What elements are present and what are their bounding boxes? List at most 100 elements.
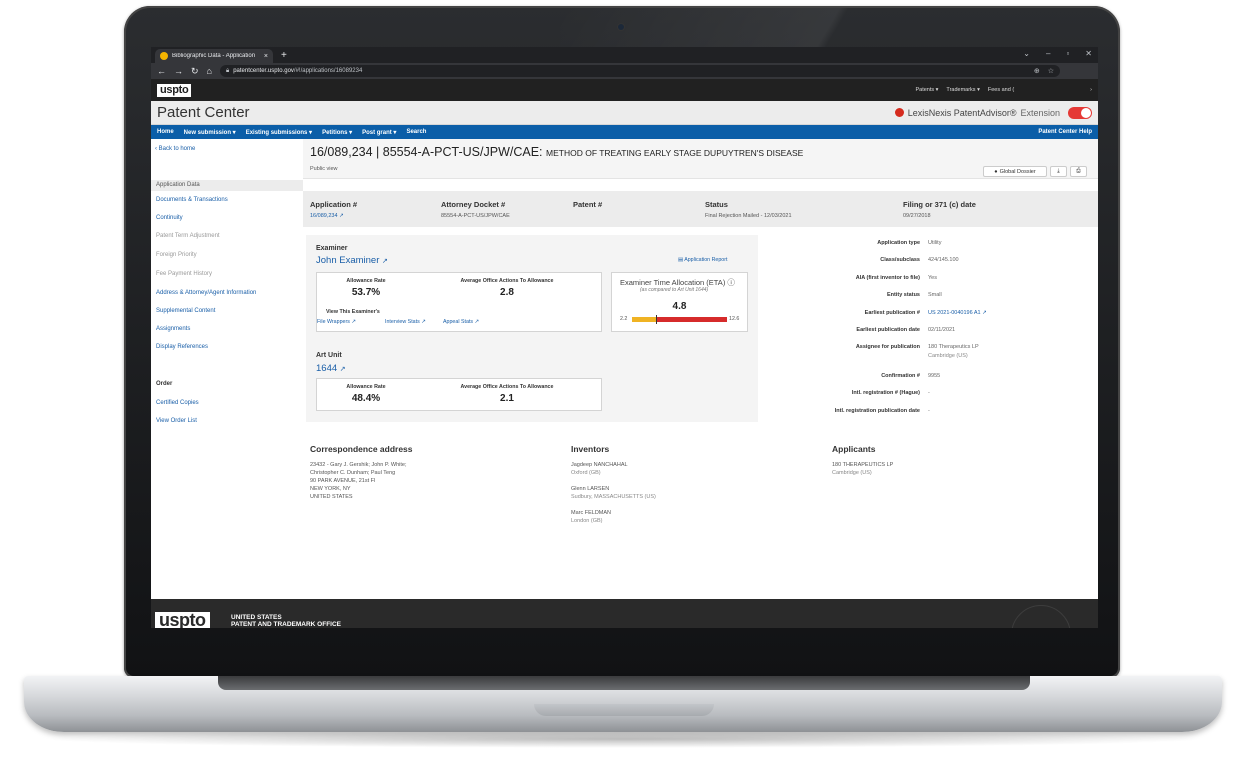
nav-search[interactable]: Search bbox=[406, 129, 426, 135]
external-link-icon: ↗ bbox=[351, 319, 356, 325]
sidebar-item-pta: Patent Term Adjustment bbox=[156, 233, 220, 239]
lock-icon: 🔒︎ bbox=[225, 67, 230, 74]
sidebar-item-references[interactable]: Display References bbox=[156, 344, 208, 350]
url-host: patentcenter.uspto.gov bbox=[233, 68, 294, 74]
minimize-icon[interactable]: – bbox=[1046, 49, 1050, 58]
external-link-icon: ↗ bbox=[339, 366, 346, 373]
home-icon[interactable]: ⌂ bbox=[207, 66, 212, 76]
examiner-allowance-rate: 53.7% bbox=[351, 287, 381, 298]
download-icon: ⤓ bbox=[1057, 168, 1060, 174]
browser-tab[interactable]: Bibliographic Data - Application × bbox=[155, 49, 273, 63]
chevron-down-icon[interactable]: ⌄ bbox=[1023, 49, 1030, 58]
favicon-icon bbox=[160, 52, 168, 60]
patent-center-bar: Patent Center LexisNexis PatentAdvisor® … bbox=[151, 101, 1098, 125]
maximize-icon[interactable]: ▫ bbox=[1066, 49, 1069, 58]
eta-high-segment bbox=[656, 317, 727, 322]
chevron-right-icon[interactable]: › bbox=[1090, 87, 1092, 93]
sidebar-item-fee-history: Fee Payment History bbox=[156, 271, 213, 277]
sidebar-item-documents[interactable]: Documents & Transactions bbox=[156, 197, 228, 203]
sidebar-item-address[interactable]: Address & Attorney/Agent Information bbox=[156, 290, 256, 296]
uspto-header: uspto Patents ▾ Trademarks ▾ Fees and ( … bbox=[151, 79, 1098, 101]
examiner-stats-box: Allowance Rate 53.7% Average Office Acti… bbox=[316, 272, 602, 332]
examiner-section-title: Examiner bbox=[316, 245, 348, 252]
sidebar-item-supplemental[interactable]: Supplemental Content bbox=[156, 308, 215, 314]
global-dossier-button[interactable]: ● Global Dossier bbox=[983, 166, 1047, 177]
footer-logo: uspto bbox=[155, 611, 210, 628]
print-button[interactable]: ⎙ bbox=[1070, 166, 1087, 177]
inventor-location: Sudbury, MASSACHUSETTS (US) bbox=[571, 494, 656, 500]
eta-min: 2.2 bbox=[620, 316, 628, 322]
art-unit-link[interactable]: 1644 ↗ bbox=[316, 363, 346, 374]
applicant-location: Cambridge (US) bbox=[832, 470, 872, 476]
sidebar-item-order-list[interactable]: View Order List bbox=[156, 418, 197, 424]
interview-stats-link[interactable]: Interview Stats ↗ bbox=[385, 319, 426, 325]
browser-tab-bar: Bibliographic Data - Application × + ⌄ –… bbox=[151, 47, 1098, 63]
correspondence-line: Christopher C. Dunham; Paul Teng bbox=[310, 470, 396, 476]
nav-existing-submissions[interactable]: Existing submissions ▾ bbox=[246, 129, 312, 136]
top-nav-trademarks[interactable]: Trademarks ▾ bbox=[946, 87, 979, 93]
share-icon[interactable]: ⊕ bbox=[1034, 67, 1040, 75]
site-footer: uspto UNITED STATES PATENT AND TRADEMARK… bbox=[151, 599, 1098, 628]
top-nav-fees[interactable]: Fees and ( bbox=[988, 87, 1014, 93]
eta-low-segment bbox=[632, 317, 656, 322]
title-main: 16/089,234 | 85554-A-PCT-US/JPW/CAE: bbox=[310, 145, 543, 159]
omnibox-actions: ⊕ ☆ bbox=[1034, 67, 1054, 75]
application-title-bar: 16/089,234 | 85554-A-PCT-US/JPW/CAE: MET… bbox=[303, 139, 1098, 179]
eta-box: Examiner Time Allocation (ETA) ⓘ (as com… bbox=[611, 272, 748, 332]
tab-close-icon[interactable]: × bbox=[264, 53, 268, 60]
sidebar-order-title: Order bbox=[156, 381, 173, 387]
application-report-link[interactable]: ▤ Application Report bbox=[678, 257, 728, 263]
examiner-name-link[interactable]: John Examiner ↗ bbox=[316, 255, 388, 266]
nav-home[interactable]: Home bbox=[157, 129, 174, 135]
external-link-icon: ↗ bbox=[382, 258, 388, 265]
back-to-home-link[interactable]: ‹ Back to home bbox=[155, 146, 195, 152]
nav-petitions[interactable]: Petitions ▾ bbox=[322, 129, 352, 136]
reload-icon[interactable]: ↻ bbox=[191, 66, 199, 77]
sidebar-item-assignments[interactable]: Assignments bbox=[156, 326, 190, 332]
summary-patent: Patent # bbox=[573, 200, 603, 209]
sidebar-section-title: Application Data bbox=[151, 180, 303, 191]
top-nav-patents[interactable]: Patents ▾ bbox=[915, 87, 938, 93]
examiner-panel: Examiner John Examiner ↗ ▤ Application R… bbox=[306, 235, 758, 422]
appeal-stats-link[interactable]: Appeal Stats ↗ bbox=[443, 319, 479, 325]
inventor-name: Jagdeep NANCHAHAL bbox=[571, 462, 628, 468]
star-icon[interactable]: ☆ bbox=[1048, 67, 1054, 75]
nav-post-grant[interactable]: Post grant ▾ bbox=[362, 129, 396, 136]
forward-arrow-icon[interactable]: → bbox=[174, 66, 183, 76]
correspondence-line: 90 PARK AVENUE, 21st Fl bbox=[310, 478, 376, 484]
lexisnexis-extension: LexisNexis PatentAdvisor® Extension bbox=[894, 106, 1092, 119]
art-unit-stats-box: Allowance Rate 48.4% Average Office Acti… bbox=[316, 378, 602, 411]
close-icon[interactable]: ✕ bbox=[1085, 49, 1092, 58]
correspondence-line: NEW YORK, NY bbox=[310, 486, 351, 492]
sidebar-item-certified-copies[interactable]: Certified Copies bbox=[156, 400, 199, 406]
print-icon: ⎙ bbox=[1076, 168, 1081, 174]
download-button[interactable]: ⤓ bbox=[1050, 166, 1067, 177]
eta-marker bbox=[656, 315, 657, 324]
file-wrappers-link[interactable]: File Wrappers ↗ bbox=[317, 319, 356, 325]
back-arrow-icon[interactable]: ← bbox=[157, 66, 166, 76]
uspto-logo[interactable]: uspto bbox=[157, 83, 192, 97]
nav-new-submission[interactable]: New submission ▾ bbox=[184, 129, 236, 136]
application-summary: Application # 16/089,234 ↗ Attorney Dock… bbox=[303, 191, 1098, 227]
nav-help[interactable]: Patent Center Help bbox=[1038, 129, 1092, 135]
document-icon: ▤ bbox=[678, 257, 684, 263]
tab-title: Bibliographic Data - Application bbox=[172, 53, 256, 59]
inventor-location: London (GB) bbox=[571, 518, 603, 524]
title-invention: METHOD OF TREATING EARLY STAGE DUPUYTREN… bbox=[546, 148, 804, 158]
address-bar[interactable]: 🔒︎ patentcenter.uspto.gov/#!/application… bbox=[219, 65, 1060, 77]
main-panel: 16/089,234 | 85554-A-PCT-US/JPW/CAE: MET… bbox=[303, 139, 1098, 539]
screen: Bibliographic Data - Application × + ⌄ –… bbox=[151, 47, 1098, 628]
top-nav: Patents ▾ Trademarks ▾ Fees and ( › bbox=[915, 87, 1092, 93]
inventor-location: Oxford (GB) bbox=[571, 470, 601, 476]
sidebar-item-foreign-priority: Foreign Priority bbox=[156, 252, 197, 258]
sidebar-item-continuity[interactable]: Continuity bbox=[156, 215, 183, 221]
sidebar: ‹ Back to home Application Data Document… bbox=[151, 139, 303, 539]
new-tab-button[interactable]: + bbox=[281, 50, 287, 61]
laptop-hinge bbox=[218, 676, 1030, 690]
publication-link[interactable]: US 2021-0040196 A1 ↗ bbox=[928, 310, 987, 316]
extension-toggle[interactable] bbox=[1068, 106, 1092, 119]
examiner-allowance-rate-label: Allowance Rate bbox=[346, 278, 386, 284]
info-icon[interactable]: ⓘ bbox=[727, 278, 735, 287]
camera-icon bbox=[618, 24, 624, 30]
summary-filing: Filing or 371 (c) date 09/27/2018 bbox=[903, 200, 976, 219]
